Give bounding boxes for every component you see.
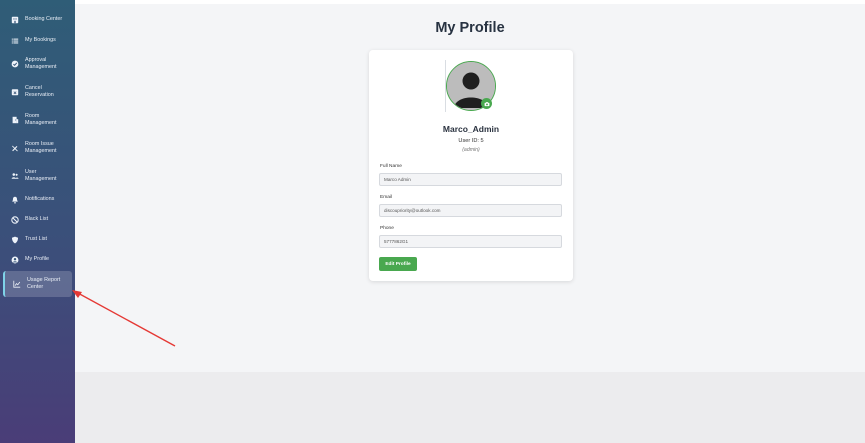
email-label: Email [380,195,392,200]
page-title: My Profile [435,20,505,36]
sidebar-item-label: My Profile [25,256,49,263]
check-circle-icon [10,59,20,69]
sidebar-item-label: Notifications [25,196,55,203]
profile-card: Marco_Admin User ID: 5 (admin) Full Name… [369,50,573,281]
full-name-field[interactable]: Marco Admin [379,173,562,186]
profile-role: (admin) [462,147,480,153]
profile-username: Marco_Admin [442,124,500,134]
building-icon [10,15,20,25]
sidebar-item-label: Black List [25,216,49,223]
chart-line-icon [12,279,22,289]
sidebar-item-room-management[interactable]: Room Management [3,106,72,134]
sidebar-item-booking-center[interactable]: Booking Center [3,9,72,31]
sidebar-item-user-management[interactable]: User Management [3,162,72,190]
door-icon [10,115,20,125]
sidebar-item-label: Approval Management [25,56,57,70]
sidebar-item-black-list[interactable]: Black List [3,210,72,230]
sidebar-item-my-profile[interactable]: My Profile [3,250,72,270]
sidebar-item-my-bookings[interactable]: My Bookings [3,32,72,50]
page-footer-area [75,372,865,443]
sidebar-item-notifications[interactable]: Notifications [3,190,72,210]
top-bar [75,0,865,4]
phone-field[interactable]: 5777862G1 [379,235,562,248]
sidebar-item-cancel-reservation[interactable]: Cancel Reservation [3,78,72,106]
sidebar-item-usage-report-center[interactable]: Usage Report Center [3,271,72,297]
users-icon [10,171,20,181]
sidebar-item-label: My Bookings [25,37,56,44]
tools-icon [10,143,20,153]
sidebar-item-trust-list[interactable]: Trust List [3,230,72,250]
user-circle-icon [10,255,20,265]
sidebar: Booking Center My Bookings Approval Mana… [0,0,75,443]
bell-icon [10,195,20,205]
edit-profile-button[interactable]: Edit Profile [379,257,417,271]
sidebar-item-label: Trust List [25,236,47,243]
sidebar-item-label: Booking Center [25,16,63,23]
sidebar-item-room-issue-management[interactable]: Room Issue Management [3,134,72,162]
list-icon [10,36,20,46]
camera-icon[interactable] [481,98,492,109]
sidebar-item-label: Room Issue Management [25,140,57,154]
profile-user-id: User ID: 5 [458,138,484,144]
sidebar-item-label: Room Management [25,112,57,126]
sidebar-item-approval-management[interactable]: Approval Management [3,50,72,78]
shield-icon [10,235,20,245]
full-name-label: Full Name [380,164,402,169]
sidebar-item-label: Cancel Reservation [25,84,54,98]
sidebar-item-label: User Management [25,168,57,182]
phone-label: Phone [380,226,394,231]
ban-icon [10,215,20,225]
email-field[interactable]: discoupriority@outlook.com [379,204,562,217]
calendar-x-icon [10,87,20,97]
sidebar-item-label: Usage Report Center [27,276,61,290]
